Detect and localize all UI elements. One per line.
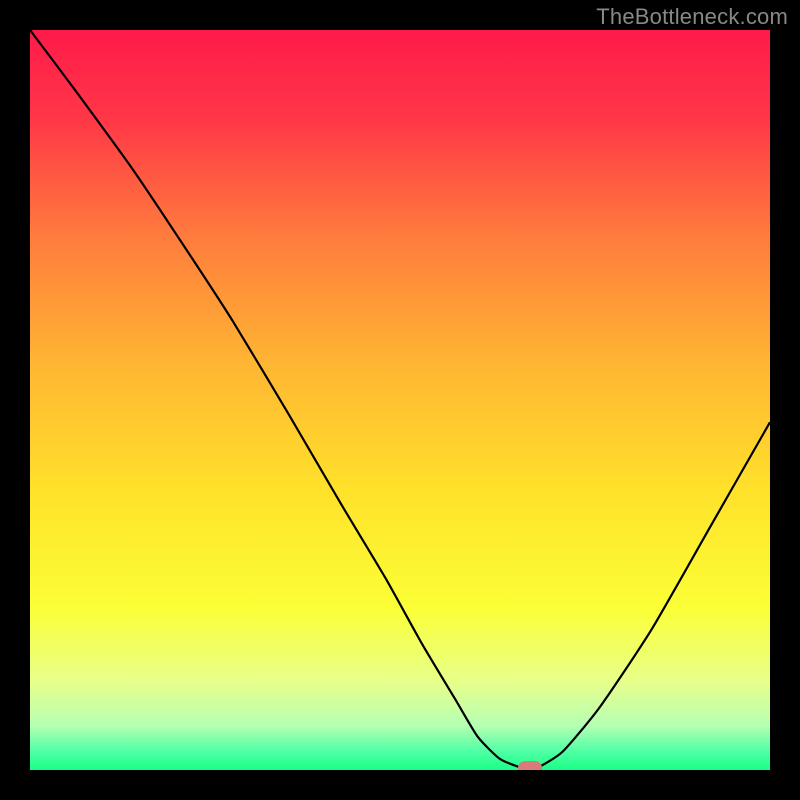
watermark-text: TheBottleneck.com [596, 4, 788, 30]
chart-svg [30, 30, 770, 770]
plot-area [30, 30, 770, 770]
optimal-marker [518, 761, 542, 770]
gradient-background [30, 30, 770, 770]
chart-frame: TheBottleneck.com [0, 0, 800, 800]
